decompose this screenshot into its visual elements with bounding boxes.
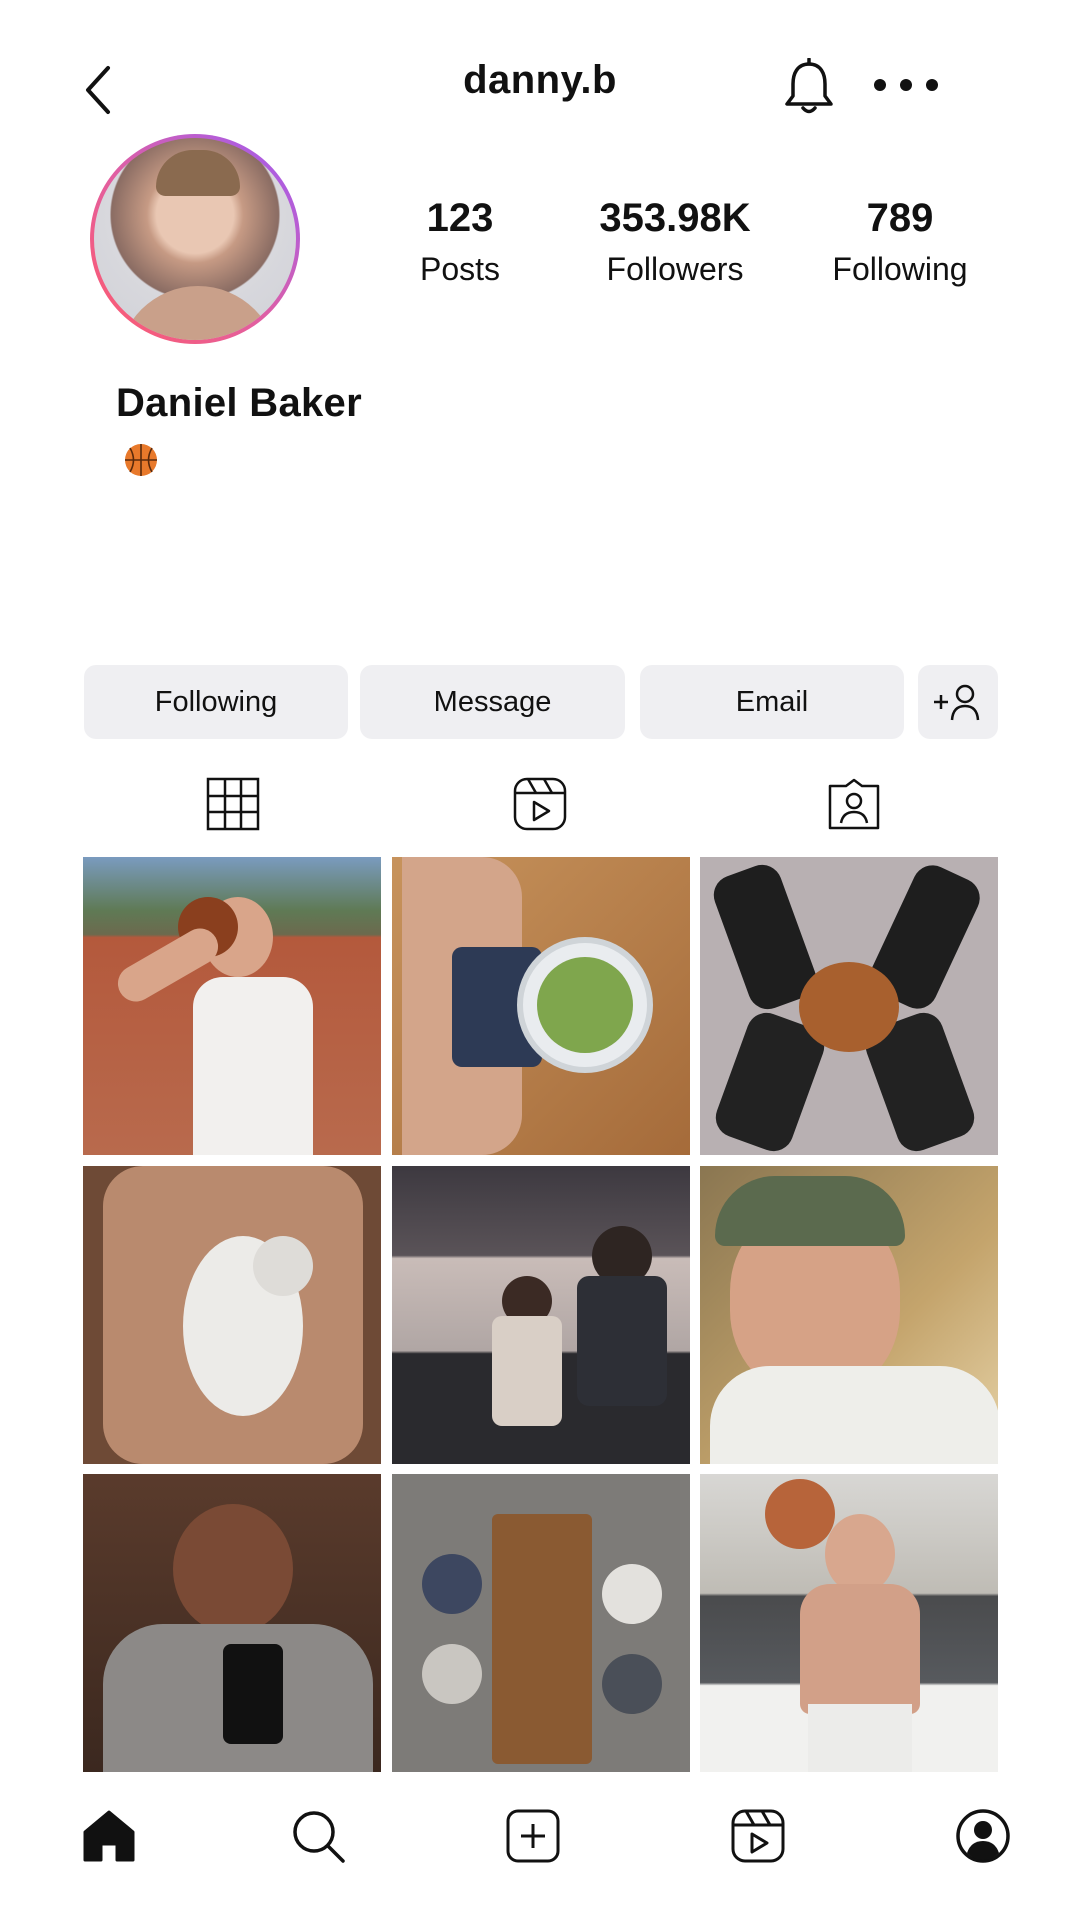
nav-create[interactable] <box>505 1808 561 1864</box>
posts-label: Posts <box>419 251 501 287</box>
post-thumbnail-2[interactable] <box>392 857 690 1155</box>
post-thumbnail-9[interactable] <box>700 1474 998 1772</box>
following-count: 789 <box>866 196 934 240</box>
following-label: Following <box>832 251 968 287</box>
post-thumbnail-5[interactable] <box>392 1166 690 1464</box>
post-thumbnail-3[interactable] <box>700 857 998 1155</box>
post-thumbnail-7[interactable] <box>83 1474 381 1772</box>
email-button[interactable]: Email <box>640 665 904 739</box>
tab-tagged[interactable] <box>826 776 882 832</box>
tab-grid[interactable] <box>205 776 261 832</box>
more-options-button[interactable] <box>870 70 942 100</box>
profile-icon <box>956 1809 1010 1863</box>
tagged-icon <box>828 778 880 830</box>
more-horizontal-icon <box>874 79 938 91</box>
posts-stat[interactable]: 123 Posts <box>360 196 560 288</box>
grid-icon <box>206 777 260 831</box>
tab-reels[interactable] <box>512 776 568 832</box>
followers-stat[interactable]: 353.98K Followers <box>575 196 775 288</box>
followers-count: 353.98K <box>599 196 751 240</box>
avatar-photo <box>94 138 296 340</box>
profile-full-name: Daniel Baker <box>116 381 362 425</box>
message-button[interactable]: Message <box>360 665 625 739</box>
bell-icon <box>785 57 833 114</box>
post-thumbnail-1[interactable] <box>83 857 381 1155</box>
post-thumbnail-8[interactable] <box>392 1474 690 1772</box>
following-stat[interactable]: 789 Following <box>800 196 1000 288</box>
followers-label: Followers <box>606 251 744 287</box>
nav-profile[interactable] <box>955 1808 1011 1864</box>
post-thumbnail-6[interactable] <box>700 1166 998 1464</box>
post-thumbnail-4[interactable] <box>83 1166 381 1464</box>
profile-username: danny.b <box>463 58 617 102</box>
reels-icon <box>513 777 567 831</box>
add-person-icon <box>934 684 980 721</box>
profile-screen: danny.b 123 Posts 353.98K Followers 789 … <box>0 0 1080 1920</box>
home-icon <box>83 1810 135 1862</box>
nav-home[interactable] <box>81 1808 137 1864</box>
nav-search[interactable] <box>290 1808 346 1864</box>
avatar[interactable] <box>90 134 300 344</box>
plus-square-icon <box>506 1809 560 1863</box>
back-button[interactable] <box>78 62 122 118</box>
chevron-left-icon <box>86 66 110 114</box>
add-person-button[interactable] <box>918 665 998 739</box>
basketball-icon <box>125 444 157 476</box>
nav-reels[interactable] <box>730 1808 786 1864</box>
basketball-emoji <box>123 442 159 478</box>
following-button[interactable]: Following <box>84 665 348 739</box>
posts-count: 123 <box>426 196 494 240</box>
search-icon <box>293 1811 345 1863</box>
reels-icon <box>731 1809 785 1863</box>
notifications-button[interactable] <box>781 57 837 116</box>
